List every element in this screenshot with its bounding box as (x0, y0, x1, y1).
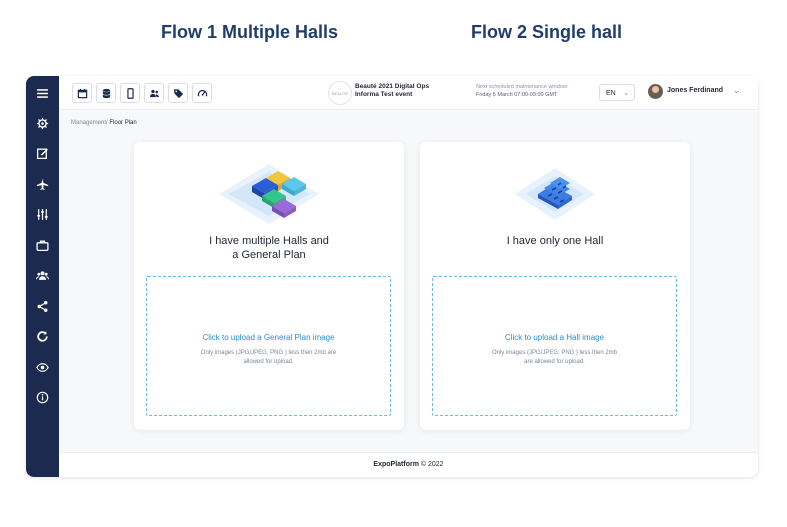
user-menu-chevron-icon[interactable]: ⌄ (733, 86, 740, 95)
upload-hall-link[interactable]: Click to upload a Hall image (433, 333, 676, 342)
multiple-halls-title-line2: a General Plan (232, 249, 306, 261)
single-hall-card[interactable]: I have only one Hall Click to upload a H… (420, 142, 690, 430)
avatar[interactable] (648, 84, 663, 99)
user-name[interactable]: Jones Ferdinand (667, 87, 723, 94)
plane-icon[interactable] (34, 176, 51, 193)
footer: ExpoPlatform © 2022 (59, 452, 758, 477)
info-icon[interactable] (34, 389, 51, 406)
multiple-halls-illustration (219, 164, 319, 224)
tag-icon[interactable] (168, 83, 188, 103)
event-logo: BEAUTÉ (328, 81, 352, 105)
upload-hint-line2: allowed for upload. (243, 359, 294, 365)
sidebar (26, 76, 59, 477)
footer-brand: ExpoPlatform (373, 461, 419, 468)
event-name: Beauté 2021 Digital Ops Informa Test eve… (355, 83, 429, 99)
briefcase-icon[interactable] (34, 237, 51, 254)
people-icon[interactable] (34, 267, 51, 284)
users-icon[interactable] (144, 83, 164, 103)
flow-1-title: Flow 1 Multiple Halls (161, 22, 339, 42)
maintenance-window: Friday 5 March 07:00-09:00 GMT (476, 92, 558, 98)
upload-hint-line1: Only images (JPG/JPEG, PNG ) less then 2… (200, 350, 337, 356)
breadcrumb-current: Floor Plan (107, 120, 137, 126)
hall-upload-zone[interactable]: Click to upload a Hall image Only images… (432, 276, 677, 416)
refresh-icon[interactable] (34, 328, 51, 345)
single-hall-illustration (515, 168, 595, 220)
upload-hint-line1: Only images (JPG/JPEG, PNG ) less then 2… (491, 350, 618, 356)
mobile-icon[interactable] (120, 83, 140, 103)
event-title: Beauté 2021 Digital Ops (355, 83, 430, 90)
single-hall-title: I have only one Hall (506, 235, 604, 247)
multiple-halls-title: I have multiple Halls and a General Plan (134, 234, 404, 262)
gauge-icon[interactable] (192, 83, 212, 103)
multiple-halls-card[interactable]: I have multiple Halls and a General Plan… (134, 142, 404, 430)
event-subtitle: Informa Test event (355, 91, 413, 98)
sliders-icon[interactable] (34, 206, 51, 223)
footer-copyright: © 2022 (418, 461, 444, 468)
breadcrumb-parent[interactable]: Management/ (71, 120, 108, 126)
general-plan-upload-zone[interactable]: Click to upload a General Plan image Onl… (146, 276, 391, 416)
eye-icon[interactable] (34, 359, 51, 376)
upload-hint-line2: are allowed for upload. (524, 359, 585, 365)
language-select[interactable]: EN ⌄ (599, 84, 635, 101)
upload-hint: Only images (JPG/JPEG, PNG ) less then 2… (177, 349, 360, 367)
menu-icon[interactable] (34, 85, 51, 102)
language-value: EN (606, 90, 616, 97)
settings-icon[interactable] (34, 115, 51, 132)
top-bar: BEAUTÉ Beauté 2021 Digital Ops Informa T… (59, 76, 758, 110)
flow-2-title: Flow 2 Single hall (471, 22, 623, 42)
edit-icon[interactable] (34, 145, 51, 162)
database-icon[interactable] (96, 83, 116, 103)
maintenance-label: Next scheduled maintenance window: (476, 84, 569, 90)
chevron-down-icon: ⌄ (623, 90, 629, 97)
upload-hint: Only images (JPG/JPEG, PNG ) less then 2… (463, 349, 646, 367)
maintenance-notice: Next scheduled maintenance window: Frida… (476, 83, 568, 99)
upload-general-plan-link[interactable]: Click to upload a General Plan image (147, 333, 390, 342)
breadcrumb: Management/ Floor Plan (71, 120, 137, 126)
app-window: BEAUTÉ Beauté 2021 Digital Ops Informa T… (26, 76, 758, 477)
share-icon[interactable] (34, 298, 51, 315)
multiple-halls-title-line1: I have multiple Halls and (209, 235, 329, 247)
calendar-icon[interactable] (72, 83, 92, 103)
